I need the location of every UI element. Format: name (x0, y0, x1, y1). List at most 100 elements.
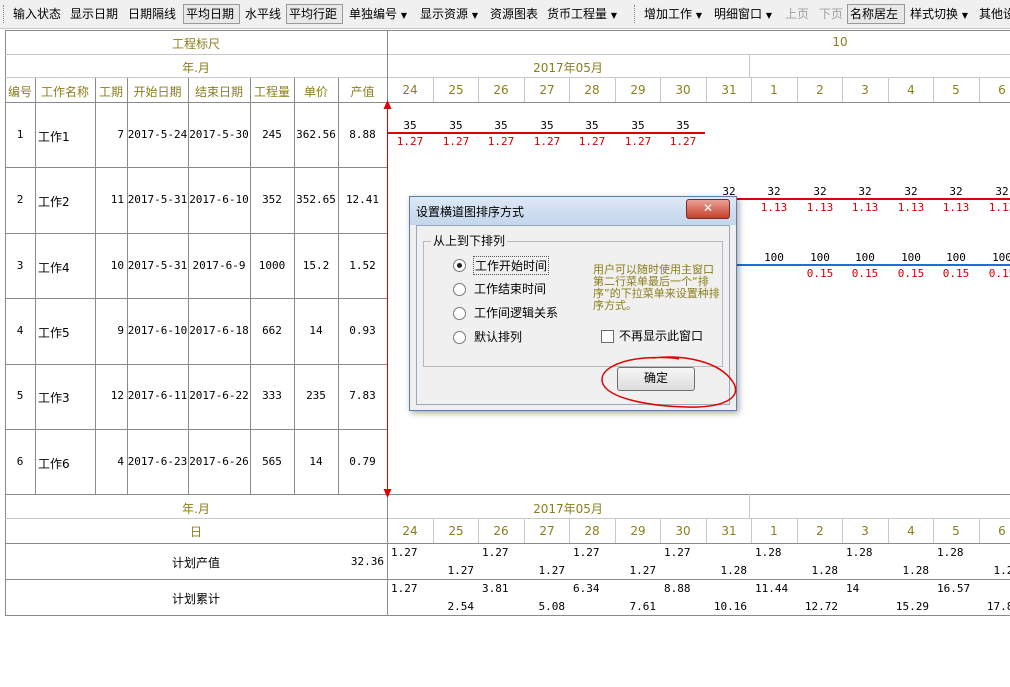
style-switch-button[interactable]: 样式切换 ▼ (908, 4, 970, 24)
dialog-title-bar[interactable]: 设置横道图排序方式 ✕ (410, 197, 736, 225)
single-numbering-button[interactable]: 单独编号 ▼ (347, 4, 409, 24)
footer-value: 1.27 (573, 546, 600, 559)
style-switch-label: 样式切换 (910, 7, 959, 21)
radio-default-order[interactable] (453, 331, 466, 344)
group-label: 从上到下排列 (431, 232, 508, 249)
radio-end-time[interactable] (453, 283, 466, 296)
bar-quantity-label: 32 (858, 185, 872, 198)
option-start-time-label[interactable]: 工作开始时间 (473, 256, 550, 275)
average-row-spacing-button[interactable]: 平均行距 (286, 4, 343, 24)
bar-row3[interactable] (735, 264, 1010, 266)
cell-name: 工作1 (38, 130, 70, 144)
add-work-button[interactable]: 增加工作 ▼ (642, 4, 704, 24)
bar-value-label: 1.27 (487, 135, 515, 148)
footer-month-label: 2017年05月 (533, 502, 603, 516)
cell-quantity: 1000 (258, 259, 286, 272)
cell-price: 15.2 (302, 259, 330, 272)
input-state-button[interactable]: 输入状态 (11, 4, 63, 24)
footer-day-header: 25 (448, 524, 464, 538)
bar-quantity-label: 100 (764, 251, 784, 264)
cell-duration: 11 (110, 193, 124, 206)
bar-quantity-label: 35 (403, 119, 417, 132)
prev-page-button[interactable]: 上页 (783, 4, 811, 24)
col-header-price: 单价 (303, 85, 328, 99)
bar-value-label: 0.15 (806, 267, 834, 280)
cell-price: 235 (306, 389, 326, 402)
bar-quantity-label: 32 (904, 185, 918, 198)
dialog-title: 设置横道图排序方式 (416, 205, 525, 219)
bar-quantity-label: 35 (585, 119, 599, 132)
bar-quantity-label: 35 (631, 119, 645, 132)
footer-day-header: 1 (770, 524, 778, 538)
bar-value-label: 1.27 (669, 135, 697, 148)
col-header-quantity: 工程量 (253, 85, 290, 99)
footer-value: 15.29 (895, 600, 929, 613)
bar-quantity-label: 100 (901, 251, 921, 264)
bar-row2[interactable] (735, 198, 1010, 200)
grid-line (5, 54, 1010, 55)
footer-day-header: 27 (539, 524, 555, 538)
add-work-label: 增加工作 (644, 7, 693, 21)
month-label: 2017年05月 (533, 61, 603, 75)
bar-value-label: 1.13 (851, 201, 879, 214)
radio-start-time[interactable] (453, 259, 466, 272)
grid-line (5, 298, 387, 299)
day-header: 3 (861, 83, 869, 97)
bar-quantity-label: 35 (494, 119, 508, 132)
toolbar-grip[interactable] (3, 5, 7, 23)
grid-line (5, 167, 387, 168)
bar-value-label: 1.13 (942, 201, 970, 214)
resource-chart-button[interactable]: 资源图表 (488, 4, 540, 24)
day-header: 25 (448, 83, 464, 97)
option-logic-relation-label[interactable]: 工作间逻辑关系 (474, 304, 558, 321)
footer-day-header: 30 (675, 524, 691, 538)
option-end-time-label[interactable]: 工作结束时间 (474, 280, 546, 297)
cell-quantity: 352 (262, 193, 282, 206)
footer-value: 1.28 (720, 564, 748, 577)
next-page-button[interactable]: 下页 (817, 4, 845, 24)
currency-quantity-button[interactable]: 货币工程量 ▼ (545, 4, 619, 24)
footer-day-header: 4 (907, 524, 915, 538)
other-settings-button[interactable]: 其他设 (977, 4, 1010, 24)
bar-quantity-label: 100 (810, 251, 830, 264)
show-resource-button[interactable]: 显示资源 ▼ (418, 4, 480, 24)
cell-price: 14 (309, 324, 323, 337)
footer-value: 1.28 (755, 546, 782, 559)
toolbar-grip[interactable] (634, 5, 638, 23)
horizontal-line-button[interactable]: 水平线 (243, 4, 283, 24)
footer-day-header: 3 (861, 524, 869, 538)
cell-name: 工作2 (38, 195, 70, 209)
average-date-button[interactable]: 平均日期 (183, 4, 240, 24)
today-marker-arrow-down (383, 489, 392, 498)
dont-show-again-checkbox[interactable] (601, 330, 614, 343)
date-gridline-button[interactable]: 日期隔线 (126, 4, 178, 24)
footer-value: 1.27 (664, 546, 691, 559)
footer-value: 5.08 (538, 600, 566, 613)
bar-quantity-label: 32 (949, 185, 963, 198)
detail-window-button[interactable]: 明细窗口 ▼ (712, 4, 774, 24)
footer-value: 1.27 (482, 546, 509, 559)
radio-logic-relation[interactable] (453, 307, 466, 320)
bar-value-label: 0.15 (897, 267, 925, 280)
dont-show-again-label[interactable]: 不再显示此窗口 (619, 327, 703, 344)
show-date-button[interactable]: 显示日期 (68, 4, 120, 24)
name-align-left-button[interactable]: 名称居左 (847, 4, 905, 24)
grid-line (5, 102, 1010, 103)
bar-quantity-label: 35 (449, 119, 463, 132)
bar-value-label: 1.27 (396, 135, 424, 148)
bar-quantity-label: 32 (813, 185, 827, 198)
cell-quantity: 662 (262, 324, 282, 337)
close-button[interactable]: ✕ (686, 199, 730, 219)
grid-line (5, 518, 1010, 519)
cell-duration: 7 (117, 128, 124, 141)
footer-day-header: 28 (584, 524, 600, 538)
option-default-order-label[interactable]: 默认排列 (474, 328, 522, 345)
dropdown-arrow-icon: ▼ (961, 11, 968, 20)
cell-price: 352.65 (296, 193, 336, 206)
footer-value: 14 (846, 582, 860, 595)
bar-value-label: 1.27 (533, 135, 561, 148)
bar-row1[interactable] (388, 132, 705, 134)
footer-value: 7.61 (629, 600, 657, 613)
col-header-duration: 工期 (98, 85, 123, 99)
cell-name: 工作5 (38, 326, 70, 340)
